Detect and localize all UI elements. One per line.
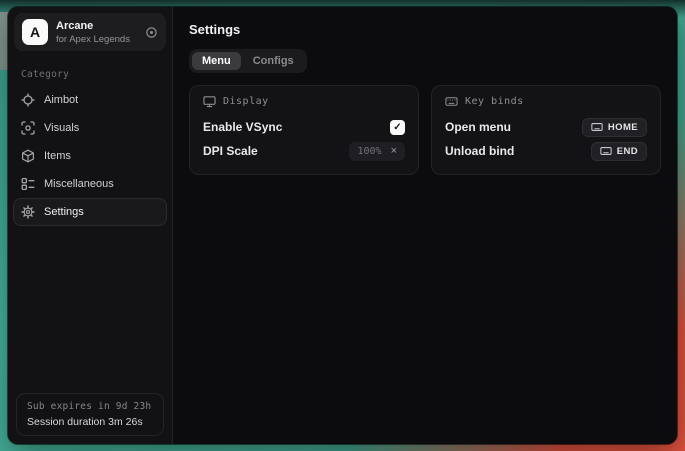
sidebar-item-visuals[interactable]: Visuals bbox=[13, 114, 167, 142]
sidebar: A Arcane for Apex Legends Category Aimbo… bbox=[8, 7, 173, 444]
sub-expiry-text: Sub expires in 9d 23h bbox=[27, 401, 153, 412]
vsync-checkbox[interactable]: ✓ bbox=[390, 120, 405, 135]
dpi-scale-value: 100% bbox=[357, 146, 381, 157]
brand-text: Arcane for Apex Legends bbox=[56, 20, 130, 45]
vsync-label: Enable VSync bbox=[203, 120, 282, 134]
keybinds-card-header: Key binds bbox=[445, 95, 647, 108]
unload-bind-keybind-button[interactable]: END bbox=[591, 142, 647, 161]
session-duration-text: Session duration 3m 26s bbox=[27, 416, 153, 428]
dpi-scale-input[interactable]: 100% × bbox=[349, 142, 405, 161]
crosshair-icon bbox=[21, 93, 35, 107]
target-icon[interactable] bbox=[145, 26, 158, 39]
open-menu-key: HOME bbox=[608, 122, 638, 133]
open-menu-row: Open menu HOME bbox=[445, 115, 647, 139]
clear-icon[interactable]: × bbox=[391, 146, 397, 157]
sidebar-item-label: Aimbot bbox=[44, 94, 78, 106]
list-grid-icon bbox=[21, 177, 35, 191]
scan-eye-icon bbox=[21, 121, 35, 135]
tab-configs[interactable]: Configs bbox=[243, 52, 304, 70]
sidebar-item-items[interactable]: Items bbox=[13, 142, 167, 170]
session-duration-label: Session duration bbox=[27, 416, 105, 428]
dpi-scale-label: DPI Scale bbox=[203, 144, 258, 158]
display-card-title: Display bbox=[223, 96, 269, 107]
keyboard-icon bbox=[445, 95, 458, 108]
open-menu-label: Open menu bbox=[445, 120, 511, 134]
open-menu-keybind-button[interactable]: HOME bbox=[582, 118, 647, 137]
unload-bind-row: Unload bind END bbox=[445, 139, 647, 163]
brand-name: Arcane bbox=[56, 20, 130, 32]
session-duration-value: 3m 26s bbox=[108, 416, 142, 428]
keybinds-card: Key binds Open menu HOME Unload bin bbox=[431, 85, 661, 175]
sidebar-item-aimbot[interactable]: Aimbot bbox=[13, 86, 167, 114]
category-section-label: Category bbox=[21, 69, 172, 80]
package-icon bbox=[21, 149, 35, 163]
checkmark-icon: ✓ bbox=[393, 122, 401, 133]
settings-tab-bar: Menu Configs bbox=[189, 49, 307, 73]
sidebar-item-label: Settings bbox=[44, 206, 84, 218]
app-window: A Arcane for Apex Legends Category Aimbo… bbox=[8, 7, 677, 444]
unload-bind-label: Unload bind bbox=[445, 144, 514, 158]
vsync-row: Enable VSync ✓ bbox=[203, 115, 405, 139]
sidebar-item-label: Visuals bbox=[44, 122, 79, 134]
brand-logo: A bbox=[22, 19, 48, 45]
brand-card: A Arcane for Apex Legends bbox=[14, 13, 166, 51]
sidebar-item-label: Items bbox=[44, 150, 71, 162]
main-panel: Settings Menu Configs Display Enable VSy… bbox=[173, 7, 677, 444]
sidebar-nav: Aimbot Visuals Items bbox=[8, 86, 172, 226]
sidebar-item-settings[interactable]: Settings bbox=[13, 198, 167, 226]
keyboard-icon bbox=[591, 121, 603, 133]
brand-subtitle: for Apex Legends bbox=[56, 34, 130, 45]
keyboard-icon bbox=[600, 145, 612, 157]
unload-bind-key: END bbox=[617, 146, 638, 157]
sidebar-item-label: Miscellaneous bbox=[44, 178, 114, 190]
keybinds-card-title: Key binds bbox=[465, 96, 524, 107]
dpi-scale-row: DPI Scale 100% × bbox=[203, 139, 405, 163]
display-card: Display Enable VSync ✓ DPI Scale 100% × bbox=[189, 85, 419, 175]
subscription-info-card: Sub expires in 9d 23h Session duration 3… bbox=[16, 393, 164, 436]
tab-menu[interactable]: Menu bbox=[192, 52, 241, 70]
monitor-icon bbox=[203, 95, 216, 108]
page-title: Settings bbox=[189, 22, 661, 37]
gear-icon bbox=[21, 205, 35, 219]
display-card-header: Display bbox=[203, 95, 405, 108]
settings-cards-row: Display Enable VSync ✓ DPI Scale 100% × bbox=[189, 85, 661, 175]
sidebar-item-miscellaneous[interactable]: Miscellaneous bbox=[13, 170, 167, 198]
